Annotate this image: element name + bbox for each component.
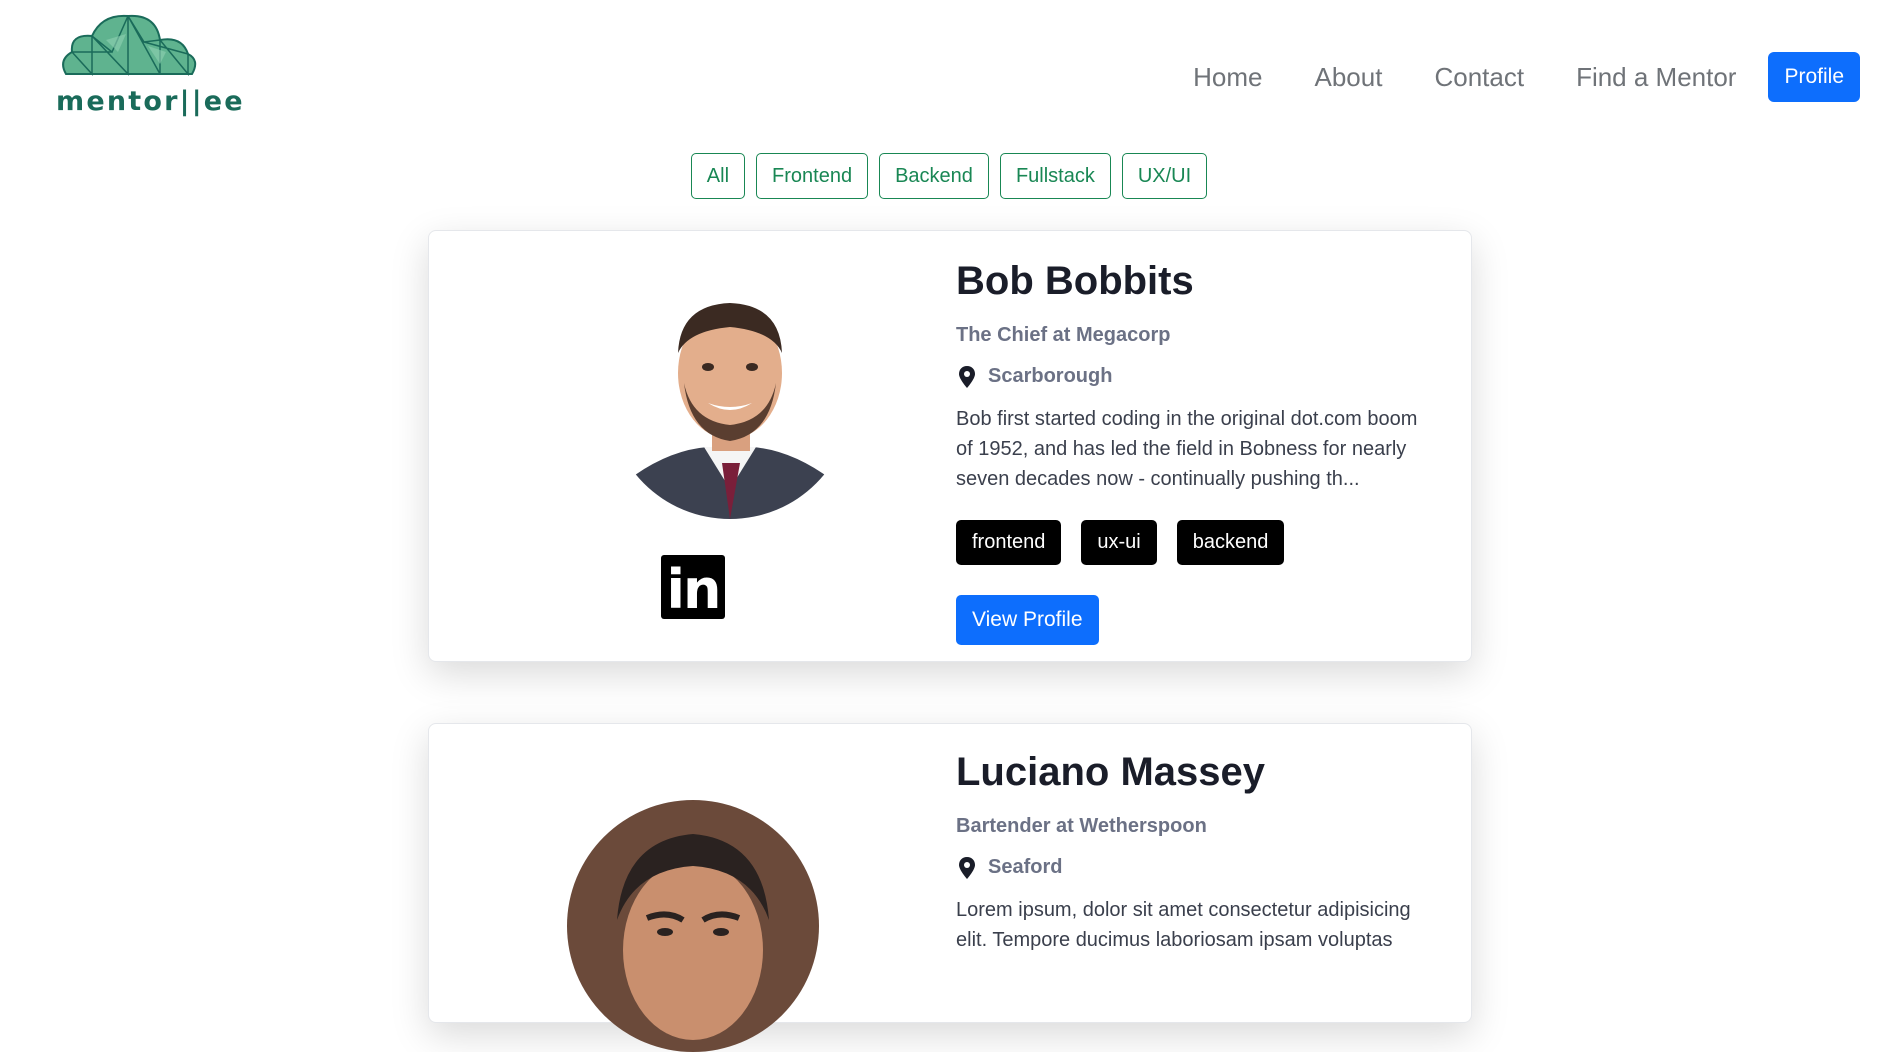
mentoree-logo[interactable]: mentor||ee [56,12,245,117]
cloud-logo-icon [62,14,197,77]
navbar: mentor||ee Home About Contact Find a Men… [0,0,1898,140]
nav-links: Home About Contact Find a Mentor Profile [1141,52,1860,102]
mentor-bio: Bob first started coding in the original… [956,408,1418,490]
mentor-location: Scarborough [956,365,1436,388]
linkedin-icon[interactable]: in [661,555,725,621]
filter-all[interactable]: All [690,153,746,199]
filter-fullstack[interactable]: Fullstack [999,153,1111,199]
nav-home[interactable]: Home [1193,62,1262,93]
mentor-name: Bob Bobbits [956,259,1194,303]
profile-button[interactable]: Profile [1768,52,1860,102]
mentor-tags: frontend ux-ui backend [956,520,1436,565]
filter-ux-ui[interactable]: UX/UI [1121,153,1208,199]
mentor-avatar [608,275,852,519]
view-profile-button[interactable]: View Profile [956,595,1099,645]
location-text: Scarborough [988,365,1113,387]
tag-backend: backend [1176,520,1285,565]
tag-frontend: frontend [956,520,1062,565]
logo-text: mentor||ee [56,86,245,117]
filter-bar: All Frontend Backend Fullstack UX/UI [0,153,1898,199]
nav-find-mentor[interactable]: Find a Mentor [1576,62,1736,93]
mentor-card: Luciano Massey Bartender at Wetherspoon … [428,723,1472,1052]
mentor-card: in Bob Bobbits The Chief at Megacorp Sca… [428,230,1472,662]
mentor-title: Bartender at Wetherspoon [956,815,1207,837]
mentor-avatar [567,800,819,1052]
nav-contact[interactable]: Contact [1434,62,1524,93]
location-text: Seaford [988,856,1063,878]
mentor-title: The Chief at Megacorp [956,324,1171,346]
tag-ux-ui: ux-ui [1081,520,1157,565]
filter-backend[interactable]: Backend [879,153,989,199]
location-pin-icon [959,365,975,388]
filter-frontend[interactable]: Frontend [756,153,869,199]
location-pin-icon [959,856,975,879]
mentor-location: Seaford [956,856,1436,879]
nav-about[interactable]: About [1315,62,1383,93]
mentor-info: Luciano Massey Bartender at Wetherspoon … [956,750,1436,985]
mentor-bio: Lorem ipsum, dolor sit amet consectetur … [956,899,1411,951]
mentor-name: Luciano Massey [956,750,1266,794]
mentor-info: Bob Bobbits The Chief at Megacorp Scarbo… [956,259,1436,645]
